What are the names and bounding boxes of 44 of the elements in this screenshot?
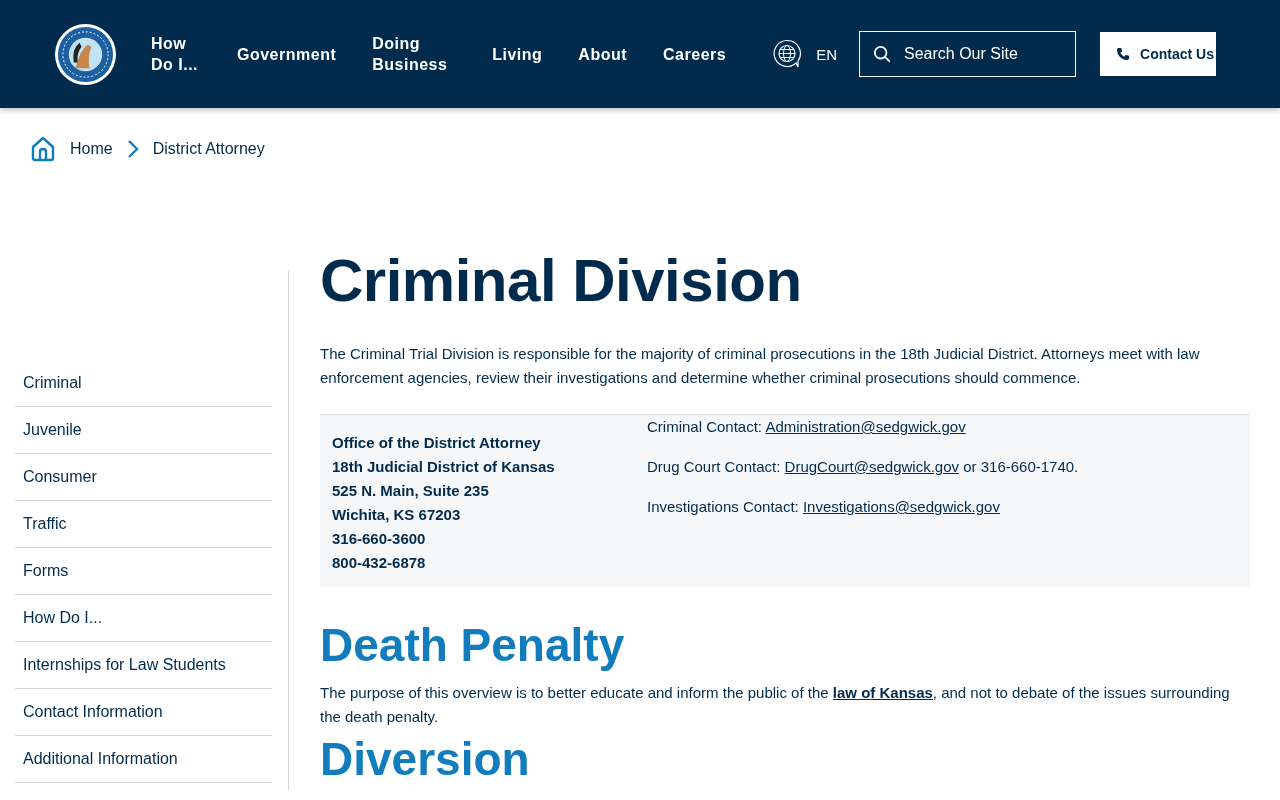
section-paragraph: The purpose of this overview is to better educate and inform the public of the law of Kansas, and not to debate of the issues surrounding the death penalty. bbox=[320, 683, 1231, 727]
sidebar-item[interactable]: Juvenile bbox=[15, 407, 272, 454]
sidebar-item[interactable]: Contact Information bbox=[15, 689, 272, 736]
search-icon bbox=[873, 45, 891, 63]
breadcrumb-current[interactable]: District Attorney bbox=[152, 140, 265, 158]
address-line: 316-660-3600 bbox=[332, 529, 427, 549]
sidebar-item[interactable]: Additional Information bbox=[15, 736, 272, 783]
sidebar-item[interactable]: Traffic bbox=[15, 501, 272, 548]
nav-link[interactable]: How Do I... bbox=[151, 33, 201, 75]
chevron-icon bbox=[126, 139, 139, 159]
nav-link[interactable]: Government bbox=[237, 43, 337, 65]
contact-line: Criminal Contact: Administration@sedgwick.gov bbox=[647, 417, 967, 437]
address-line: Office of the District Attorney bbox=[332, 433, 542, 453]
email-link[interactable]: DrugCourt@sedgwick.gov bbox=[784, 458, 960, 475]
home-icon[interactable] bbox=[30, 136, 56, 162]
breadcrumb-link[interactable]: Home bbox=[70, 140, 113, 158]
nav-link[interactable]: Doing Business bbox=[372, 33, 457, 75]
contact-line: Investigations Contact: Investigations@sedgwick.gov bbox=[647, 497, 1001, 517]
intro-paragraph: The Criminal Trial Division is responsible for the majority of criminal prosecutions in the 18th Judicial District. Attorneys meet with law enforcement agencies, review their investigations and determine whether criminal prosecutions should commence. bbox=[320, 344, 1201, 388]
nav-link[interactable]: About bbox=[578, 43, 628, 65]
email-link[interactable]: Administration@sedgwick.gov bbox=[765, 418, 966, 435]
language-label[interactable]: EN bbox=[816, 45, 837, 63]
email-link[interactable]: Investigations@sedgwick.gov bbox=[802, 498, 1000, 515]
section-heading: Diversion bbox=[320, 733, 531, 785]
address-line: 18th Judicial District of Kansas bbox=[332, 457, 556, 477]
text-link[interactable]: law of Kansas bbox=[832, 684, 933, 701]
phone-icon bbox=[1116, 47, 1130, 61]
section-heading: Death Penalty bbox=[320, 619, 626, 671]
address-line: Wichita, KS 67203 bbox=[332, 505, 462, 525]
address-line: 800-432-6878 bbox=[332, 553, 427, 573]
page-title: Criminal Division bbox=[320, 248, 803, 314]
sidebar-item[interactable]: How Do I... bbox=[15, 595, 272, 642]
contact-line: Drug Court Contact: DrugCourt@sedgwick.gov or 316-660-1740. bbox=[647, 457, 1079, 477]
search-field[interactable]: Search Our Site bbox=[859, 31, 1076, 77]
sidebar-item[interactable]: Criminal bbox=[15, 360, 272, 407]
sidebar-item[interactable]: Forms bbox=[15, 548, 272, 595]
sidebar-item[interactable]: Consumer bbox=[15, 454, 272, 501]
globe-icon[interactable] bbox=[772, 39, 803, 69]
nav-link[interactable]: Living bbox=[492, 43, 543, 65]
sidebar-item[interactable]: Internships for Law Students bbox=[15, 642, 272, 689]
county-seal-logo[interactable] bbox=[54, 22, 117, 86]
contact-button[interactable]: Contact Us bbox=[1100, 32, 1216, 76]
address-line: 525 N. Main, Suite 235 bbox=[332, 481, 490, 501]
nav-link[interactable]: Careers bbox=[663, 43, 727, 65]
